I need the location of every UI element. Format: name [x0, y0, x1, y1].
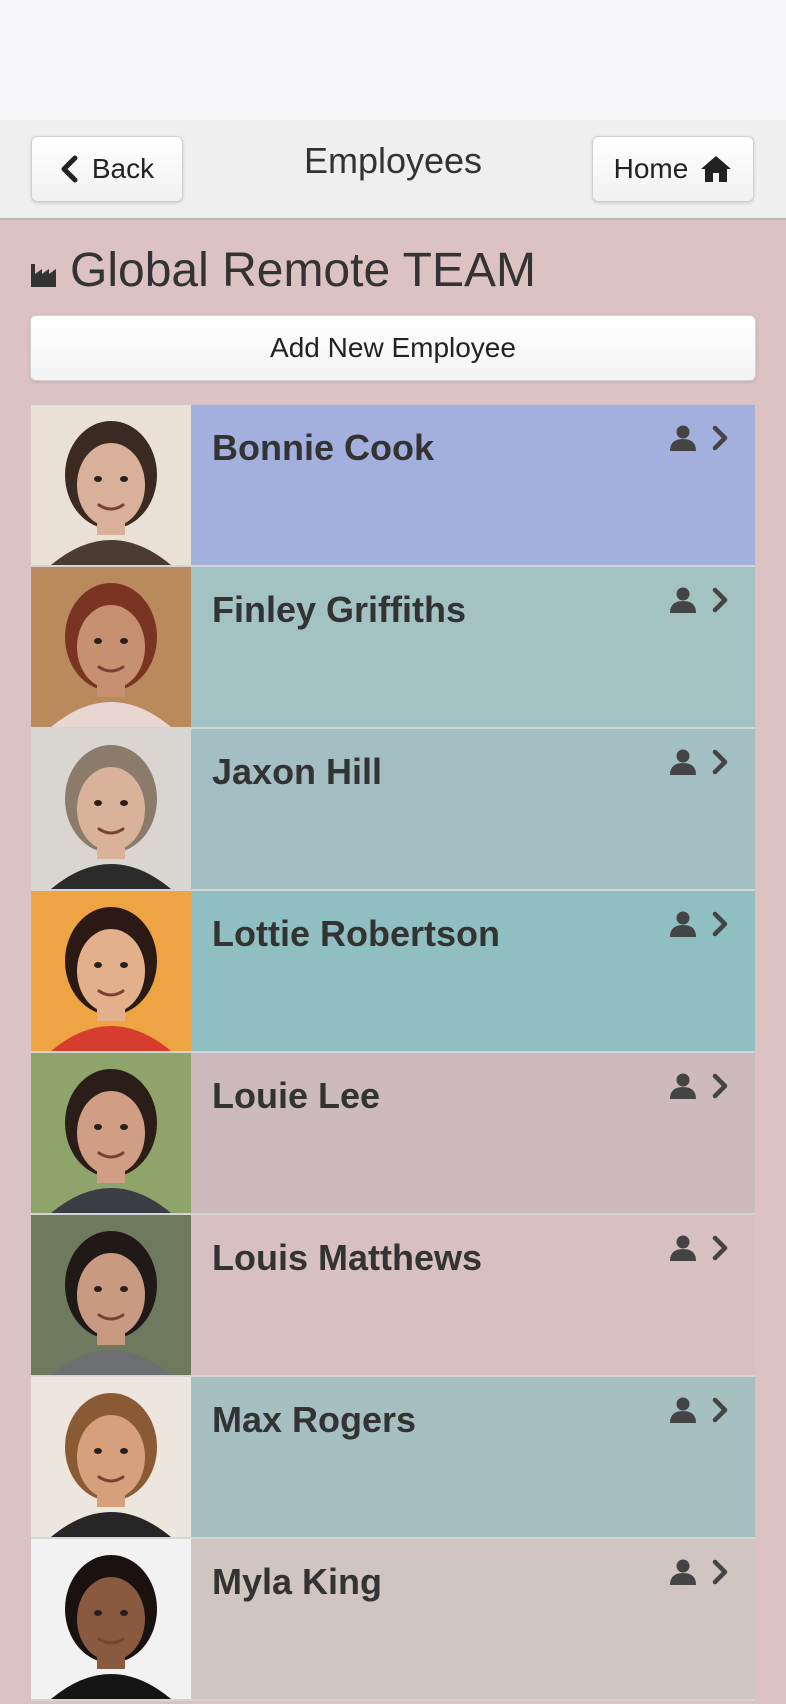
employee-photo	[31, 1215, 191, 1375]
employee-row[interactable]: Myla King	[31, 1539, 755, 1701]
home-button[interactable]: Home	[592, 136, 754, 202]
add-new-employee-button[interactable]: Add New Employee	[30, 315, 756, 381]
employee-list: Bonnie Cook Finley Griffiths Jaxon Hill …	[31, 404, 755, 1701]
person-icon	[670, 749, 696, 775]
employee-row[interactable]: Max Rogers	[31, 1377, 755, 1539]
employee-row[interactable]: Louis Matthews	[31, 1215, 755, 1377]
employee-name: Jaxon Hill	[212, 751, 383, 792]
person-icon	[670, 911, 696, 937]
person-icon	[670, 587, 696, 613]
employee-photo	[31, 729, 191, 889]
row-icons	[669, 1559, 729, 1585]
employee-row[interactable]: Jaxon Hill	[31, 729, 755, 891]
employee-photo	[31, 1053, 191, 1213]
employee-row[interactable]: Lottie Robertson	[31, 891, 755, 1053]
chevron-right-icon	[712, 425, 728, 451]
employee-name: Max Rogers	[212, 1399, 417, 1440]
person-icon	[670, 425, 696, 451]
team-title: Global Remote TEAM	[70, 243, 536, 297]
home-button-label: Home	[613, 153, 689, 184]
employee-photo	[31, 891, 191, 1051]
row-icons	[669, 1073, 729, 1099]
employee-name: Louis Matthews	[212, 1237, 483, 1278]
employee-name: Bonnie Cook	[212, 427, 434, 468]
employee-photo	[31, 1377, 191, 1537]
chevron-right-icon	[712, 587, 728, 613]
home-icon	[701, 156, 732, 182]
row-icons	[669, 1397, 729, 1423]
employee-photo	[31, 405, 191, 565]
row-icons	[669, 911, 729, 937]
person-icon	[670, 1559, 696, 1585]
chevron-right-icon	[712, 1559, 728, 1585]
chevron-right-icon	[712, 1397, 728, 1423]
status-bar-area	[0, 0, 786, 120]
person-icon	[670, 1235, 696, 1261]
employee-row[interactable]: Bonnie Cook	[31, 405, 755, 567]
employee-name: Myla King	[212, 1561, 383, 1602]
row-icons	[669, 749, 729, 775]
chevron-right-icon	[712, 1073, 728, 1099]
row-icons	[669, 425, 729, 451]
chevron-right-icon	[712, 749, 728, 775]
app-header: Back Employees Home	[0, 120, 786, 220]
person-icon	[670, 1073, 696, 1099]
employee-name: Finley Griffiths	[212, 589, 467, 630]
employee-name: Louie Lee	[212, 1075, 381, 1116]
chevron-right-icon	[712, 1235, 728, 1261]
employee-photo	[31, 1539, 191, 1699]
row-icons	[669, 1235, 729, 1261]
employee-photo	[31, 567, 191, 727]
team-heading: Global Remote TEAM	[30, 242, 536, 298]
employee-row[interactable]: Finley Griffiths	[31, 567, 755, 729]
employee-name: Lottie Robertson	[212, 913, 500, 954]
person-icon	[670, 1397, 696, 1423]
row-icons	[669, 587, 729, 613]
factory-icon	[31, 264, 56, 287]
chevron-right-icon	[712, 911, 728, 937]
employee-row[interactable]: Louie Lee	[31, 1053, 755, 1215]
